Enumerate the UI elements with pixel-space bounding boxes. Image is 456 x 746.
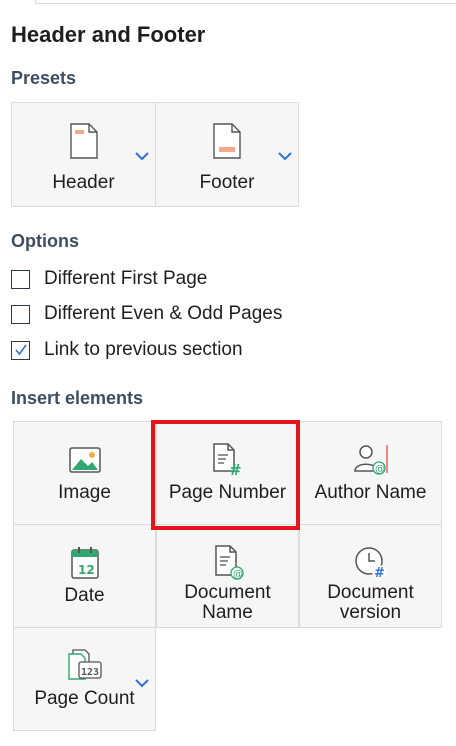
chevron-down-icon[interactable] [133,149,151,161]
option-label: Link to previous section [44,339,243,360]
insert-author-name-button[interactable]: @ Author Name [299,421,442,525]
insert-page-count-button[interactable]: 123 Page Count [13,627,156,731]
svg-text:@: @ [233,569,243,580]
svg-text:#: # [374,566,385,581]
panel-title: Header and Footer [11,22,206,47]
different-even-odd-checkbox[interactable] [11,304,30,324]
insert-document-name-button[interactable]: @ Document Name [156,524,299,628]
header-preset-button[interactable]: Header [12,103,155,206]
document-version-icon: # [353,545,389,581]
author-name-icon: @ [353,442,389,478]
calendar-icon: 12 [67,545,103,581]
header-page-icon [69,123,99,164]
insert-page-number-label: Page Number [168,482,287,503]
insert-page-number-button[interactable]: # Page Number [156,421,299,525]
insert-page-count-label: Page Count [34,688,135,709]
different-even-odd-option[interactable]: Different Even & Odd Pages [11,302,282,326]
presets-section-title: Presets [11,68,77,88]
top-divider [35,0,456,4]
checkmark-icon [15,344,27,355]
insert-elements-section-title: Insert elements [11,388,144,408]
svg-text:@: @ [375,464,385,475]
link-previous-section-option[interactable]: Link to previous section [11,338,243,362]
different-first-page-option[interactable]: Different First Page [11,267,207,291]
insert-document-version-button[interactable]: # Document version [299,524,442,628]
insert-document-version-label: Document version [327,582,414,623]
link-previous-section-checkbox[interactable] [11,340,30,360]
footer-preset-label: Footer [199,172,255,193]
insert-elements-grid: Image # Page Number @ Author Name 12 Dat… [13,421,442,733]
insert-image-label: Image [58,482,111,503]
page-number-icon: # [210,442,246,478]
header-preset-label: Header [52,172,115,193]
image-icon [67,442,103,478]
option-label: Different First Page [44,268,208,289]
options-section-title: Options [11,231,79,251]
page-count-icon: 123 [67,648,103,684]
chevron-down-icon[interactable] [276,149,294,161]
insert-image-button[interactable]: Image [13,421,156,525]
different-first-page-checkbox[interactable] [11,269,30,289]
insert-document-name-label: Document Name [184,582,271,623]
footer-preset-button[interactable]: Footer [155,103,298,206]
svg-text:123: 123 [81,667,99,678]
insert-date-button[interactable]: 12 Date [13,524,156,628]
chevron-down-icon[interactable] [133,676,151,688]
presets-group: Header Footer [11,102,299,207]
footer-page-icon [212,123,242,164]
document-name-icon: @ [210,545,246,581]
svg-text:12: 12 [78,563,95,577]
insert-author-name-label: Author Name [314,482,427,503]
insert-date-label: Date [64,585,105,606]
option-label: Different Even & Odd Pages [44,303,283,324]
svg-text:#: # [229,461,242,477]
